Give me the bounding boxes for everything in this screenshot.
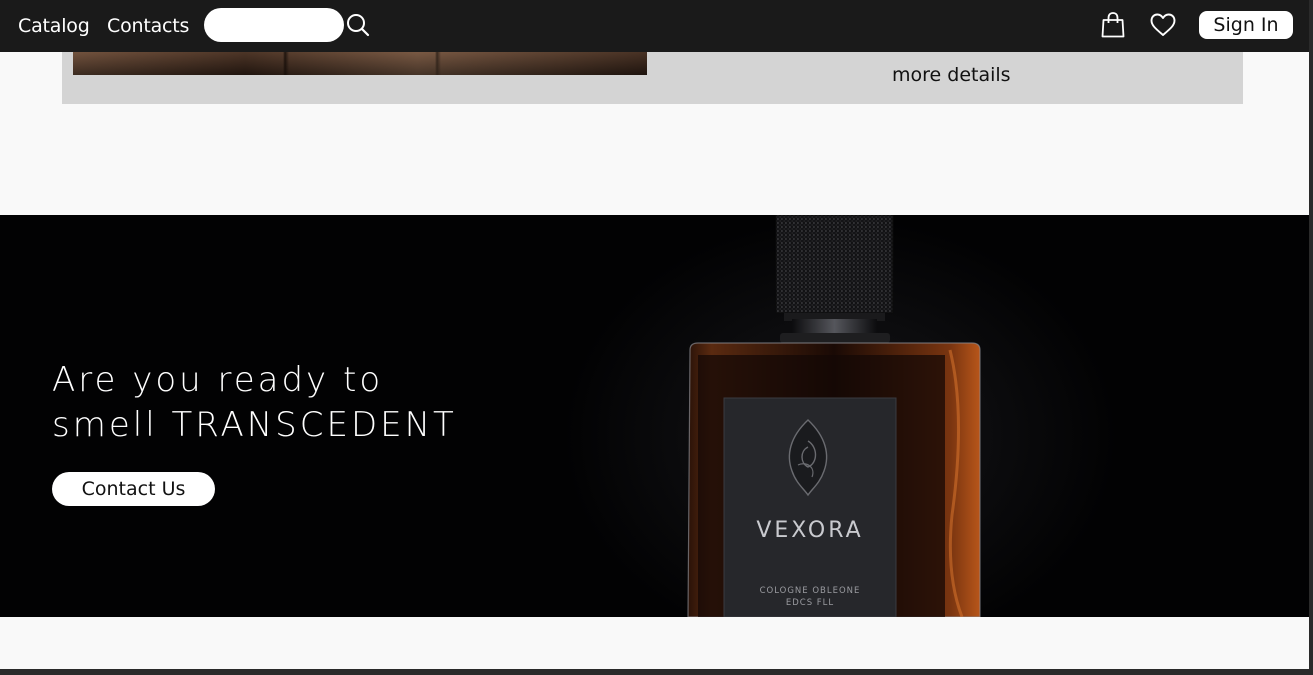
shopping-bag-icon[interactable] xyxy=(1101,12,1125,38)
hero-title-line-2: smell TRANSCEDENT xyxy=(52,405,457,445)
window-scrollbar[interactable] xyxy=(1309,0,1313,675)
contact-us-button[interactable]: Contact Us xyxy=(52,472,215,506)
nav-link-catalog[interactable]: Catalog xyxy=(18,14,90,38)
search-input[interactable] xyxy=(204,8,344,42)
bottle-label-line-1: COLOGNE OBLEONE xyxy=(760,586,861,596)
bottle-label-line-2: EDCS FLL xyxy=(786,598,834,608)
search-icon[interactable] xyxy=(346,13,370,37)
bottle-brand-text: VEXORA xyxy=(756,518,863,543)
sign-in-button[interactable]: Sign In xyxy=(1199,11,1293,39)
top-navbar: Catalog Contacts Sign In xyxy=(0,0,1309,52)
more-details-link[interactable]: more details xyxy=(892,63,1011,87)
hero-title-line-1: Are you ready to xyxy=(52,360,384,400)
heart-icon[interactable] xyxy=(1150,13,1176,37)
perfume-bottle-image: VEXORA COLOGNE OBLEONE EDCS FLL xyxy=(687,215,981,617)
nav-link-contacts[interactable]: Contacts xyxy=(107,14,189,38)
page: more details Are you ready to smell TRAN… xyxy=(0,0,1309,669)
hero-title: Are you ready to smell TRANSCEDENT xyxy=(52,358,457,448)
hero-banner: Are you ready to smell TRANSCEDENT Conta… xyxy=(0,215,1309,617)
